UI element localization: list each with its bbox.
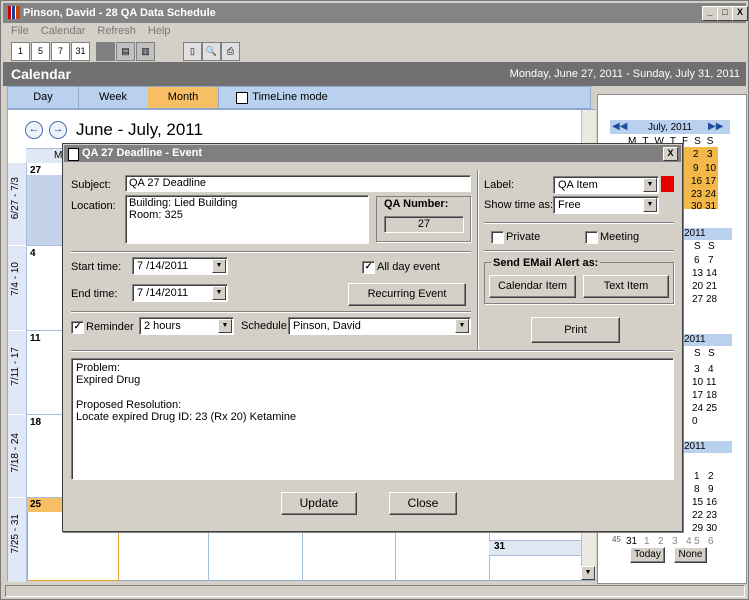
today-button[interactable]: Today xyxy=(630,547,665,563)
day-number: 25 xyxy=(30,499,42,510)
qa-number-field: 27 xyxy=(384,216,464,233)
day-view-icon[interactable]: 1 xyxy=(11,42,30,61)
mini-month-title: July, 2011 xyxy=(648,122,693,133)
notes-field[interactable]: Problem: Expired Drug Proposed Resolutio… xyxy=(71,358,674,480)
menu-file[interactable]: File xyxy=(11,23,29,39)
none-button[interactable]: None xyxy=(674,547,707,563)
status-bar xyxy=(3,583,746,599)
dialog-close-action-button[interactable]: Close xyxy=(389,492,457,515)
calendar-title: Calendar xyxy=(11,66,71,82)
date-range: Monday, June 27, 2011 - Sunday, July 31,… xyxy=(509,68,740,80)
qa-number-label: QA Number: xyxy=(384,198,449,210)
day-number: 31 xyxy=(494,541,506,552)
subject-field[interactable]: QA 27 Deadline xyxy=(125,175,471,192)
menu-bar: File Calendar Refresh Help xyxy=(3,23,746,39)
scroll-down-icon[interactable]: ▼ xyxy=(581,566,595,580)
new-item-icon[interactable]: ▯ xyxy=(183,42,202,61)
meeting-label: Meeting xyxy=(600,231,640,243)
email-alert-label: Send EMail Alert as: xyxy=(491,257,601,269)
paste-icon[interactable]: ▥ xyxy=(136,42,155,61)
vertical-separator xyxy=(477,170,479,350)
menu-help[interactable]: Help xyxy=(148,23,171,39)
mini-prev-icon[interactable]: ◀◀ xyxy=(612,121,627,132)
month-range-title: June - July, 2011 xyxy=(76,120,203,139)
day-number: 11 xyxy=(30,333,41,344)
label-color-swatch xyxy=(661,176,674,192)
end-time-label: End time: xyxy=(71,288,118,300)
dialog-icon xyxy=(68,148,79,161)
separator xyxy=(71,311,471,313)
all-day-label: All day event xyxy=(377,261,440,273)
toolbar: 1 5 7 31 ▤ ▥ ▯ 🔍 ⎙ xyxy=(3,40,746,62)
reminder-label: Reminder xyxy=(86,321,134,333)
minimize-button[interactable]: _ xyxy=(702,6,718,21)
separator xyxy=(484,250,674,252)
week-number: 45 xyxy=(612,535,621,544)
menu-refresh[interactable]: Refresh xyxy=(97,23,136,39)
end-date-picker[interactable]: 7 /14/2011 ▼ xyxy=(132,284,228,302)
location-label: Location: xyxy=(71,200,116,212)
update-button[interactable]: Update xyxy=(281,492,357,515)
title-bar: Pinson, David - 28 QA Data Schedule _ □ … xyxy=(3,3,748,23)
print-preview-icon[interactable]: 🔍 xyxy=(202,42,221,61)
separator xyxy=(71,251,471,253)
prev-month-button[interactable]: ← xyxy=(25,121,43,139)
week-label: 7/11 - 17 xyxy=(8,331,27,414)
mini-next-icon[interactable]: ▶▶ xyxy=(708,121,723,132)
app-icon xyxy=(8,6,20,19)
menu-calendar[interactable]: Calendar xyxy=(41,23,86,39)
week-label: 7/25 - 31 xyxy=(8,498,27,582)
private-label: Private xyxy=(506,231,541,243)
event-dialog: QA 27 Deadline - Event X Subject: QA 27 … xyxy=(62,143,683,532)
label-label: Label: xyxy=(484,179,514,191)
copy-icon[interactable]: ▤ xyxy=(116,42,135,61)
print-button[interactable]: Print xyxy=(531,317,620,343)
label-select[interactable]: QA Item ▼ xyxy=(553,176,659,194)
all-day-checkbox[interactable]: ✓ xyxy=(362,261,375,274)
week-label: 7/4 - 10 xyxy=(8,246,27,330)
week-label: 6/27 - 7/3 xyxy=(8,163,27,245)
printer-icon[interactable]: ⎙ xyxy=(221,42,240,61)
blank-tool-icon[interactable] xyxy=(96,42,115,61)
separator xyxy=(71,350,674,352)
view-tabs: Day Week Month TimeLine mode xyxy=(7,86,591,109)
start-date-picker[interactable]: 7 /14/2011 ▼ xyxy=(132,257,228,275)
day-number: 18 xyxy=(30,417,42,428)
timeline-checkbox[interactable] xyxy=(236,92,248,104)
start-time-label: Start time: xyxy=(71,261,122,273)
recurring-event-button[interactable]: Recurring Event xyxy=(348,283,466,306)
week-label: 7/18 - 24 xyxy=(8,415,27,497)
schedule-label: Schedule: xyxy=(241,320,290,332)
tab-day[interactable]: Day xyxy=(8,87,79,108)
subject-label: Subject: xyxy=(71,179,111,191)
workweek-view-icon[interactable]: 5 xyxy=(31,42,50,61)
day-number: 27 xyxy=(30,165,42,176)
reminder-select[interactable]: 2 hours ▼ xyxy=(139,317,234,335)
show-time-select[interactable]: Free ▼ xyxy=(553,196,659,214)
dialog-title-bar: QA 27 Deadline - Event X xyxy=(64,145,681,162)
tab-week[interactable]: Week xyxy=(78,87,149,108)
show-time-label: Show time as: xyxy=(484,199,554,211)
calendar-item-button[interactable]: Calendar Item xyxy=(489,275,576,298)
maximize-button[interactable]: □ xyxy=(717,6,733,21)
day-number: 4 xyxy=(30,248,36,259)
schedule-select[interactable]: Pinson, David ▼ xyxy=(288,317,471,335)
week-view-icon[interactable]: 7 xyxy=(51,42,70,61)
separator xyxy=(484,222,674,224)
timeline-label: TimeLine mode xyxy=(252,91,328,103)
text-item-button[interactable]: Text Item xyxy=(583,275,669,298)
location-field[interactable]: Building: Lied Building Room: 325 xyxy=(125,195,369,244)
next-month-button[interactable]: → xyxy=(49,121,67,139)
tab-month[interactable]: Month xyxy=(148,87,219,108)
meeting-checkbox[interactable] xyxy=(585,231,598,244)
reminder-checkbox[interactable]: ✓ xyxy=(71,321,84,334)
dialog-close-button[interactable]: X xyxy=(663,147,678,161)
close-button[interactable]: X xyxy=(732,6,748,21)
month-view-icon[interactable]: 31 xyxy=(71,42,90,61)
window-title: Pinson, David - 28 QA Data Schedule xyxy=(23,7,216,19)
calendar-header: Calendar Monday, June 27, 2011 - Sunday,… xyxy=(3,62,746,86)
dialog-title: QA 27 Deadline - Event xyxy=(82,147,203,159)
private-checkbox[interactable] xyxy=(491,231,504,244)
